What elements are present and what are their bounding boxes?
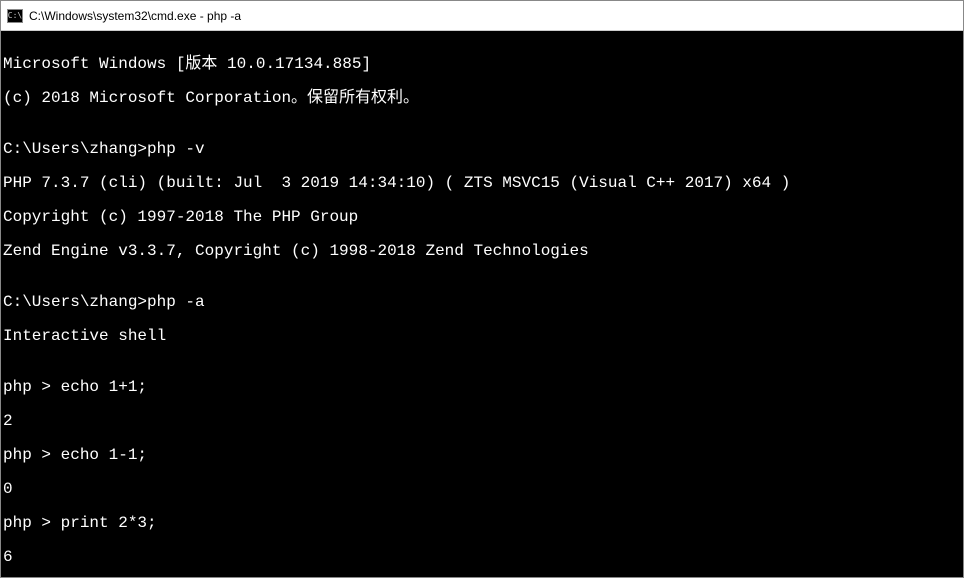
terminal-line: C:\Users\zhang>php -a bbox=[3, 294, 961, 311]
terminal-line: C:\Users\zhang>php -v bbox=[3, 141, 961, 158]
terminal-line: Zend Engine v3.3.7, Copyright (c) 1998-2… bbox=[3, 243, 961, 260]
terminal-line: 2 bbox=[3, 413, 961, 430]
terminal-line: 0 bbox=[3, 481, 961, 498]
terminal-line: php > echo 1-1; bbox=[3, 447, 961, 464]
window-title: C:\Windows\system32\cmd.exe - php -a bbox=[29, 9, 241, 23]
window-titlebar[interactable]: C:\ C:\Windows\system32\cmd.exe - php -a bbox=[1, 1, 963, 31]
terminal-line: (c) 2018 Microsoft Corporation。保留所有权利。 bbox=[3, 90, 961, 107]
terminal-line: php > echo 1+1; bbox=[3, 379, 961, 396]
terminal-line: Copyright (c) 1997-2018 The PHP Group bbox=[3, 209, 961, 226]
terminal-line: 6 bbox=[3, 549, 961, 566]
terminal-area[interactable]: Microsoft Windows [版本 10.0.17134.885] (c… bbox=[1, 31, 963, 577]
terminal-line: PHP 7.3.7 (cli) (built: Jul 3 2019 14:34… bbox=[3, 175, 961, 192]
terminal-line: php > print 2*3; bbox=[3, 515, 961, 532]
terminal-line: Interactive shell bbox=[3, 328, 961, 345]
terminal-line: Microsoft Windows [版本 10.0.17134.885] bbox=[3, 56, 961, 73]
cmd-icon: C:\ bbox=[7, 9, 23, 23]
